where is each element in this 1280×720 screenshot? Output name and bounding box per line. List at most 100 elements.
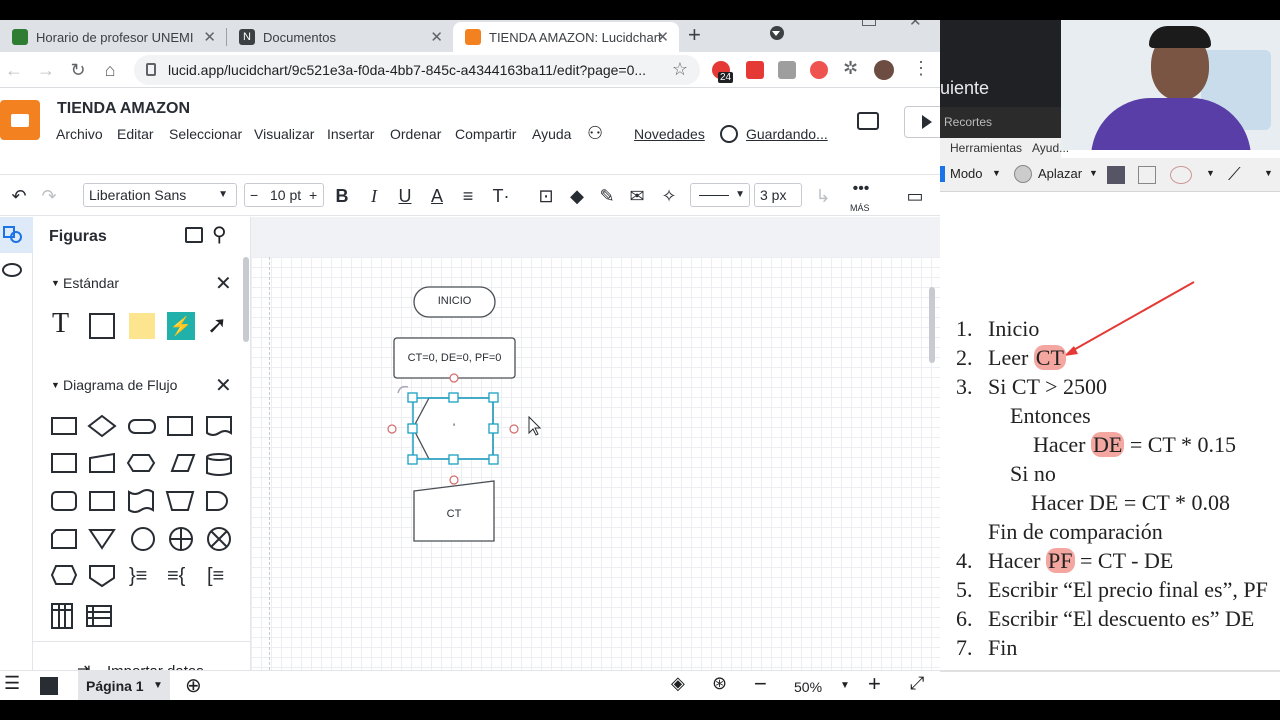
menu-ayuda[interactable]: Ayuda: [532, 126, 571, 142]
close-window-icon[interactable]: ✕: [909, 20, 922, 30]
tab-horario[interactable]: Horario de profesor UNEMI ✕: [0, 22, 226, 52]
align-icon[interactable]: ≡: [458, 184, 478, 208]
lightning-icon[interactable]: ⚡: [167, 312, 195, 340]
layers-icon[interactable]: ◈: [671, 673, 685, 694]
line-arrow-icon[interactable]: ➚: [207, 311, 227, 340]
copy-icon[interactable]: [1138, 166, 1156, 184]
line-style-select[interactable]: ▼: [690, 183, 750, 207]
menu-ordenar[interactable]: Ordenar: [390, 126, 441, 142]
lucid-logo[interactable]: [0, 100, 40, 140]
kebab-menu-icon[interactable]: ⋮: [912, 58, 930, 79]
image-icon[interactable]: [185, 227, 203, 243]
novedades-link[interactable]: Novedades: [634, 126, 705, 142]
add-page-icon[interactable]: ⊕: [185, 673, 202, 698]
close-tab-icon[interactable]: ✕: [656, 28, 669, 46]
zoom-in-icon[interactable]: +: [868, 671, 881, 697]
close-tab-icon[interactable]: ✕: [203, 28, 216, 46]
chevron-down-icon[interactable]: ▼: [992, 168, 1001, 178]
start-node-label[interactable]: INICIO: [414, 295, 495, 307]
zoom-out-icon[interactable]: −: [754, 671, 767, 697]
data-icon[interactable]: [2, 263, 22, 277]
extension-icon[interactable]: [746, 61, 764, 79]
reload-icon[interactable]: ↻: [66, 58, 90, 82]
undo-icon[interactable]: ↶: [8, 184, 30, 208]
menu-insertar[interactable]: Insertar: [327, 126, 374, 142]
bookmark-star-icon[interactable]: ☆: [672, 59, 688, 80]
section-diagrama-flujo[interactable]: Diagrama de Flujo: [63, 377, 177, 393]
home-icon[interactable]: ⌂: [98, 58, 122, 82]
chevron-down-icon[interactable]: ▼: [840, 680, 850, 691]
chevron-down-icon[interactable]: ▼: [1206, 168, 1215, 178]
rectangle-shape-icon[interactable]: [89, 313, 115, 339]
font-size-stepper[interactable]: − 10 pt +: [244, 183, 324, 207]
modo-button[interactable]: Modo: [950, 166, 983, 181]
chevron-down-icon[interactable]: ▼: [153, 680, 163, 691]
input-node-label[interactable]: CT: [414, 508, 494, 520]
process-node-label[interactable]: CT=0, DE=0, PF=0: [394, 352, 515, 364]
text-shape-icon[interactable]: T: [52, 308, 69, 340]
redo-icon[interactable]: ↷: [38, 184, 60, 208]
search-icon[interactable]: ⚲: [212, 222, 227, 247]
navigate-icon[interactable]: ⊛: [712, 673, 727, 694]
binoculars-icon[interactable]: ⚇: [587, 123, 603, 144]
pen-icon[interactable]: ⟋: [1228, 164, 1241, 185]
style-icon[interactable]: ✉: [626, 184, 648, 208]
text-color-icon[interactable]: A: [427, 184, 447, 208]
bold-icon[interactable]: B: [332, 184, 352, 208]
close-section-icon[interactable]: ✕: [215, 373, 232, 398]
magic-wand-icon[interactable]: ✧: [658, 184, 680, 208]
font-size-decrease[interactable]: −: [250, 187, 258, 203]
underline-icon[interactable]: U: [395, 184, 415, 208]
canvas[interactable]: INICIO CT=0, DE=0, PF=0 ' CT: [251, 257, 940, 700]
stroke-width-stepper[interactable]: 3 px: [754, 183, 802, 207]
save-icon[interactable]: [1107, 166, 1125, 184]
menu-visualizar[interactable]: Visualizar: [254, 126, 314, 142]
vertical-scrollbar[interactable]: [929, 287, 935, 363]
back-icon[interactable]: ←: [2, 58, 26, 82]
close-section-icon[interactable]: ✕: [215, 271, 232, 296]
list-view-icon[interactable]: ☰: [4, 673, 20, 694]
grid-view-icon[interactable]: [40, 677, 58, 695]
chevron-down-icon[interactable]: ▼: [1089, 168, 1098, 178]
menu-seleccionar[interactable]: Seleccionar: [169, 126, 242, 142]
tab-documentos[interactable]: N Documentos ✕: [227, 22, 453, 52]
maximize-icon[interactable]: [862, 20, 876, 26]
forward-icon[interactable]: →: [34, 58, 58, 82]
chevron-down-icon[interactable]: ▼: [1264, 168, 1273, 178]
saving-status[interactable]: Guardando...: [746, 126, 828, 142]
font-size-increase[interactable]: +: [309, 184, 317, 206]
font-select[interactable]: Liberation Sans ▼: [83, 183, 237, 207]
collapse-icon[interactable]: ▼: [51, 380, 60, 390]
sticky-note-icon[interactable]: [129, 313, 155, 339]
fullscreen-icon[interactable]: ⤢: [910, 673, 924, 694]
zoom-level[interactable]: 50%: [794, 679, 822, 695]
italic-icon[interactable]: I: [364, 184, 384, 208]
extension-icon[interactable]: [810, 61, 828, 79]
menu-archivo[interactable]: Archivo: [56, 126, 103, 142]
panel-toggle-icon[interactable]: ▭: [903, 184, 927, 208]
comment-icon[interactable]: [857, 112, 879, 130]
collapse-icon[interactable]: ▼: [51, 278, 60, 288]
shape-options-icon[interactable]: ⊡: [536, 184, 556, 208]
menu-ayuda[interactable]: Ayud...: [1032, 141, 1069, 155]
more-icon[interactable]: •••: [846, 177, 876, 201]
menu-editar[interactable]: Editar: [117, 126, 154, 142]
close-tab-icon[interactable]: ✕: [430, 28, 443, 46]
text-options-icon[interactable]: T·: [489, 184, 513, 208]
scrollbar[interactable]: [243, 257, 249, 342]
address-bar[interactable]: lucid.app/lucidchart/9c521e3a-f0da-4bb7-…: [134, 55, 700, 85]
aplazar-button[interactable]: Aplazar: [1038, 166, 1082, 181]
document-title[interactable]: TIENDA AMAZON: [57, 100, 190, 118]
tab-lucidchart[interactable]: TIENDA AMAZON: Lucidchart ✕: [453, 22, 679, 52]
line-route-icon[interactable]: ↳: [812, 184, 834, 208]
new-tab-icon[interactable]: +: [688, 22, 701, 48]
code-extension-icon[interactable]: [778, 61, 796, 79]
menu-herramientas[interactable]: Herramientas: [950, 141, 1022, 155]
line-color-icon[interactable]: ✎: [596, 184, 618, 208]
section-estandar[interactable]: Estándar: [63, 275, 119, 291]
preparation-node-label[interactable]: ': [429, 422, 479, 434]
puzzle-icon[interactable]: ✲: [843, 58, 858, 79]
send-icon[interactable]: [1170, 166, 1192, 184]
fill-color-icon[interactable]: ◆: [566, 184, 588, 208]
avatar[interactable]: [874, 60, 894, 80]
